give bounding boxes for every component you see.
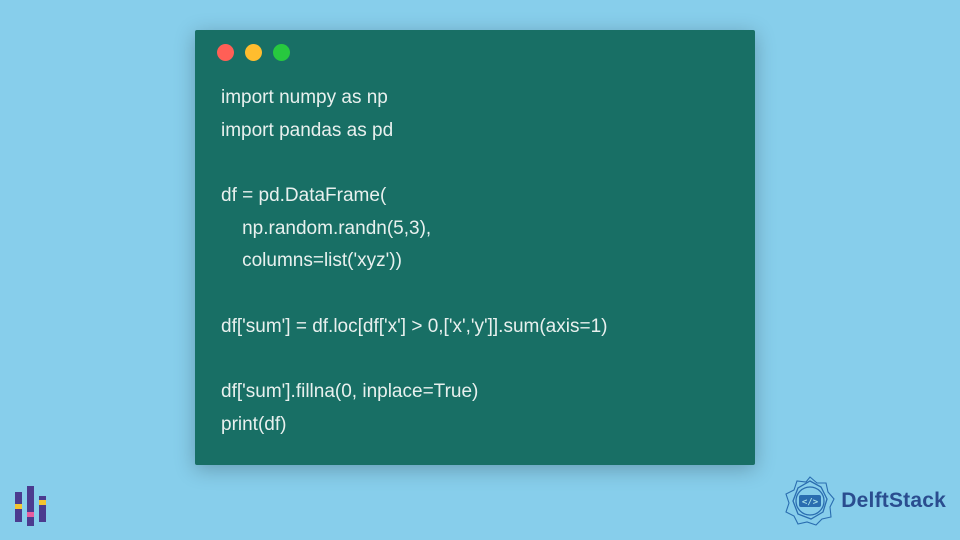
svg-text:</>: </> (802, 498, 819, 508)
code-window: import numpy as np import pandas as pd d… (195, 30, 755, 465)
minimize-icon[interactable] (245, 44, 262, 61)
close-icon[interactable] (217, 44, 234, 61)
window-titlebar (195, 30, 755, 74)
brand-logo: </> DelftStack (783, 474, 946, 528)
left-logo-icon (12, 486, 52, 526)
code-content: import numpy as np import pandas as pd d… (195, 74, 755, 465)
brand-name: DelftStack (841, 489, 946, 513)
maximize-icon[interactable] (273, 44, 290, 61)
brand-seal-icon: </> (783, 474, 837, 528)
